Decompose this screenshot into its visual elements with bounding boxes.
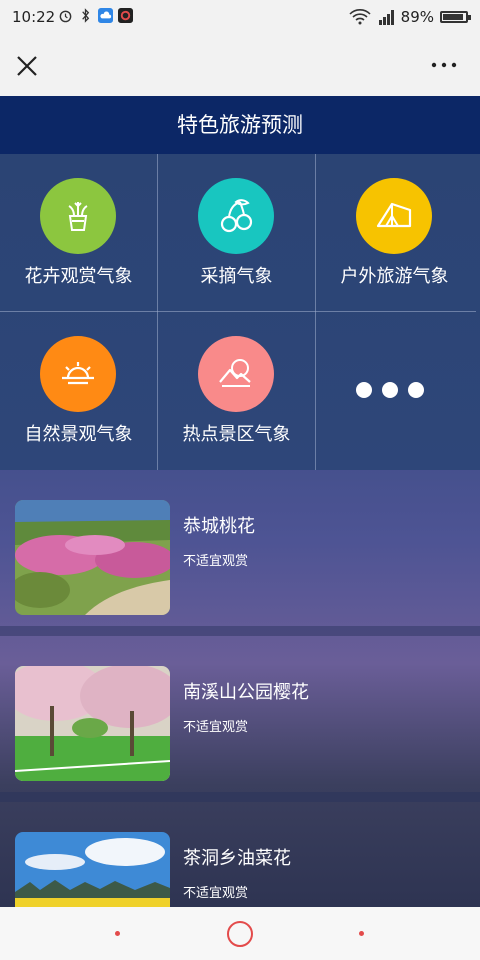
spot-status: 不适宜观赏: [183, 886, 249, 901]
more-icon[interactable]: [430, 58, 458, 72]
mountain-icon: [198, 336, 274, 412]
wifi-icon: [349, 9, 371, 25]
sunrise-icon: [40, 336, 116, 412]
alarm-icon: [59, 10, 72, 23]
spot-title: 恭城桃花: [183, 516, 255, 537]
category-outdoor[interactable]: 户外旅游气象: [316, 154, 473, 311]
category-label: 户外旅游气象: [340, 266, 449, 287]
spot-title: 茶洞乡油菜花: [183, 848, 291, 869]
home-button[interactable]: [227, 921, 253, 947]
status-right-icons: 89%: [349, 8, 471, 26]
bluetooth-icon: [82, 8, 90, 23]
signal-icon: [378, 10, 394, 25]
app-icon: [118, 8, 133, 23]
list-item[interactable]: 茶洞乡油菜花 不适宜观赏: [0, 802, 480, 907]
category-flower[interactable]: 花卉观赏气象: [0, 154, 157, 311]
nav-dot-left[interactable]: [115, 931, 120, 936]
category-hotspot[interactable]: 热点景区气象: [158, 312, 315, 469]
list-item[interactable]: 南溪山公园樱花 不适宜观赏: [0, 636, 480, 802]
close-icon[interactable]: [14, 53, 40, 79]
category-grid: 花卉观赏气象 采摘气象 户外旅游气象 自然景观气象 热点景区气象: [0, 154, 480, 470]
bottom-nav: [0, 907, 480, 960]
spot-status: 不适宜观赏: [183, 720, 249, 735]
category-more[interactable]: [316, 312, 473, 469]
spot-photo-cherry: [15, 666, 170, 781]
spot-status: 不适宜观赏: [183, 554, 249, 569]
category-label: 采摘气象: [200, 266, 273, 287]
more-dots-icon: [356, 382, 424, 398]
category-landscape[interactable]: 自然景观气象: [0, 312, 157, 469]
cloud-icon: [98, 8, 113, 23]
category-picking[interactable]: 采摘气象: [158, 154, 315, 311]
spot-title: 南溪山公园樱花: [183, 682, 309, 703]
battery-percent: 89%: [400, 8, 434, 26]
list-item[interactable]: 恭城桃花 不适宜观赏: [0, 470, 480, 636]
status-time: 10:22: [12, 8, 56, 26]
spot-photo-rapeseed: [15, 832, 170, 907]
nav-bar: [0, 34, 480, 96]
nav-dot-right[interactable]: [359, 931, 364, 936]
tent-icon: [356, 178, 432, 254]
spot-photo-peach: [15, 500, 170, 615]
main-content: 特色旅游预测 花卉观赏气象 采摘气象 户外旅游气象 自然景观气象 热点景区气象 …: [0, 96, 480, 907]
battery-icon: [440, 11, 471, 23]
list-separator: [0, 626, 480, 636]
flower-pot-icon: [40, 178, 116, 254]
status-bar: 10:22 89%: [0, 0, 480, 34]
list-separator: [0, 792, 480, 802]
category-label: 热点景区气象: [182, 424, 291, 445]
cherry-icon: [198, 178, 274, 254]
status-left-icons: [58, 8, 133, 23]
category-label: 花卉观赏气象: [24, 266, 133, 287]
category-label: 自然景观气象: [24, 424, 133, 445]
page-title: 特色旅游预测: [0, 96, 480, 154]
spot-list: 恭城桃花 不适宜观赏 南溪山公园樱花 不适宜观赏 茶洞乡油菜花 不适宜观赏: [0, 470, 480, 907]
